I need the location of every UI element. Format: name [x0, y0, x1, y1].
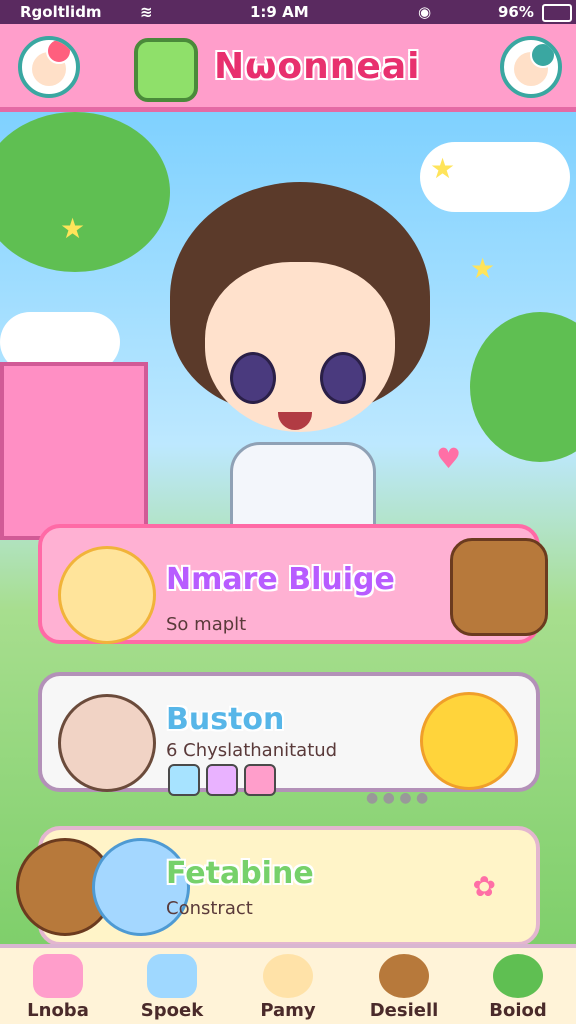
bear-icon	[450, 538, 548, 636]
tab-label: Desiell	[369, 1000, 439, 1021]
card-title: Nmare Bluige	[166, 562, 395, 597]
character-card[interactable]: Nmare Bluige So maplt	[38, 524, 548, 644]
card-subtitle: 6 Chyslathanitatud	[166, 740, 338, 761]
friends-button[interactable]	[500, 36, 562, 98]
app-title: Nωonneai	[214, 46, 421, 87]
tree	[0, 112, 170, 272]
card-subtitle: Constract	[166, 898, 253, 919]
flower-icon: ✿	[472, 870, 496, 903]
tab-desiell[interactable]: Desiell	[356, 954, 452, 1024]
battery-icon	[542, 4, 572, 22]
item-icon[interactable]	[244, 764, 276, 796]
star-icon: ★	[430, 152, 456, 185]
hero-face	[205, 262, 395, 432]
item-icon[interactable]	[206, 764, 238, 796]
tab-home[interactable]: Lnoba	[10, 954, 106, 1024]
bottom-tab-bar: Lnoba Spoek Pamy Desiell Boiod	[0, 944, 576, 1024]
screen-icon	[147, 954, 197, 998]
top-bar: Nωonneai	[0, 24, 576, 112]
home-icon	[33, 954, 83, 998]
bear-icon	[379, 954, 429, 998]
settings-badge-icon	[530, 42, 556, 68]
clock: 1:9 AM	[250, 3, 309, 21]
pet-icon	[263, 954, 313, 998]
hero-eye-right	[320, 352, 366, 404]
house	[0, 362, 148, 540]
heart-badge-icon	[46, 40, 72, 64]
card-title: Buston	[166, 702, 285, 737]
tab-label: Pamy	[260, 1000, 316, 1021]
card-title: Fetabine	[166, 856, 314, 891]
tab-label: Boiod	[489, 1000, 547, 1021]
item-icon[interactable]	[168, 764, 200, 796]
status-bar: Rgoltlidm ≋ 1:9 AM ◉ 96%	[0, 0, 576, 24]
hero-eye-left	[230, 352, 276, 404]
character-card[interactable]: Buston 6 Chyslathanitatud ● ● ● ●	[38, 672, 540, 806]
tab-speak[interactable]: Spoek	[124, 954, 220, 1024]
hero-character[interactable]	[160, 152, 430, 558]
profile-button[interactable]	[18, 36, 80, 98]
tab-label: Spoek	[140, 1000, 204, 1021]
tree	[470, 312, 576, 462]
star-icon: ★	[60, 212, 86, 245]
location-icon: ◉	[418, 3, 432, 21]
pagination-dots: ● ● ● ●	[366, 790, 429, 806]
carrier-text: Rgoltlidm	[20, 3, 102, 21]
heart-icon: ♥	[436, 442, 462, 475]
character-card[interactable]: Fetabine Constract ✿	[16, 826, 540, 946]
tab-label: Lnoba	[27, 1000, 89, 1021]
blonde-character-avatar	[58, 546, 156, 644]
tab-boiod[interactable]: Boiod	[470, 954, 566, 1024]
character-icon	[493, 954, 543, 998]
sun-icon	[420, 692, 518, 790]
card-subtitle: So maplt	[166, 614, 247, 635]
battery-percent: 96%	[498, 3, 534, 21]
brown-hair-character-avatar	[58, 694, 156, 792]
game-logo-icon	[134, 38, 198, 102]
star-icon: ★	[470, 252, 496, 285]
wifi-icon: ≋	[140, 3, 153, 21]
tab-pamy[interactable]: Pamy	[240, 954, 336, 1024]
